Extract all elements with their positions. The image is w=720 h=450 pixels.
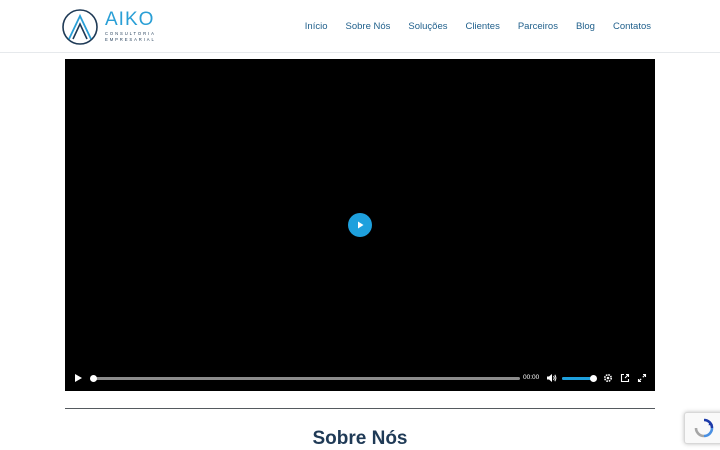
current-time: 00:00: [523, 374, 540, 381]
section-divider: [65, 408, 655, 409]
picture-in-picture-button[interactable]: [618, 371, 632, 385]
nav-item-inicio[interactable]: Início: [305, 0, 328, 53]
volume-icon: [546, 374, 556, 382]
recaptcha-icon: [694, 418, 714, 438]
nav-item-blog[interactable]: Blog: [576, 0, 595, 53]
big-play-button[interactable]: [348, 213, 372, 237]
gear-icon: [603, 373, 613, 383]
fullscreen-button[interactable]: [635, 371, 649, 385]
mute-button[interactable]: [544, 371, 558, 385]
recaptcha-badge[interactable]: [684, 412, 720, 444]
volume-fill: [562, 377, 593, 380]
picture-in-picture-icon: [620, 373, 630, 383]
nav-item-parceiros[interactable]: Parceiros: [518, 0, 558, 53]
nav-item-contatos[interactable]: Contatos: [613, 0, 651, 53]
logo-wordmark: AIKO: [105, 9, 155, 30]
triangle-circle-logo-icon: [62, 9, 98, 45]
video-controls-bar: 00:00: [65, 365, 655, 391]
site-header: AIKO CONSULTORIA EMPRESARIAL Início Sobr…: [0, 0, 720, 53]
play-icon: [75, 374, 82, 382]
main-navigation: Início Sobre Nós Soluções Clientes Parce…: [287, 0, 651, 53]
section-title: Sobre Nós: [312, 428, 408, 449]
nav-item-sobre-nos[interactable]: Sobre Nós: [346, 0, 391, 53]
nav-item-solucoes[interactable]: Soluções: [408, 0, 447, 53]
fullscreen-icon: [637, 373, 647, 383]
volume-handle[interactable]: [589, 375, 597, 382]
logo-tagline-line2: EMPRESARIAL: [105, 37, 156, 42]
video-player[interactable]: 00:00: [65, 59, 655, 391]
nav-item-clientes[interactable]: Clientes: [466, 0, 500, 53]
volume-slider[interactable]: [562, 375, 597, 382]
play-button[interactable]: [71, 371, 85, 385]
progress-handle[interactable]: [90, 375, 97, 382]
progress-slider[interactable]: [90, 375, 520, 382]
site-logo[interactable]: AIKO CONSULTORIA EMPRESARIAL: [61, 8, 161, 46]
play-icon: [358, 221, 364, 229]
settings-button[interactable]: [601, 371, 615, 385]
logo-tagline-line1: CONSULTORIA: [105, 31, 156, 36]
